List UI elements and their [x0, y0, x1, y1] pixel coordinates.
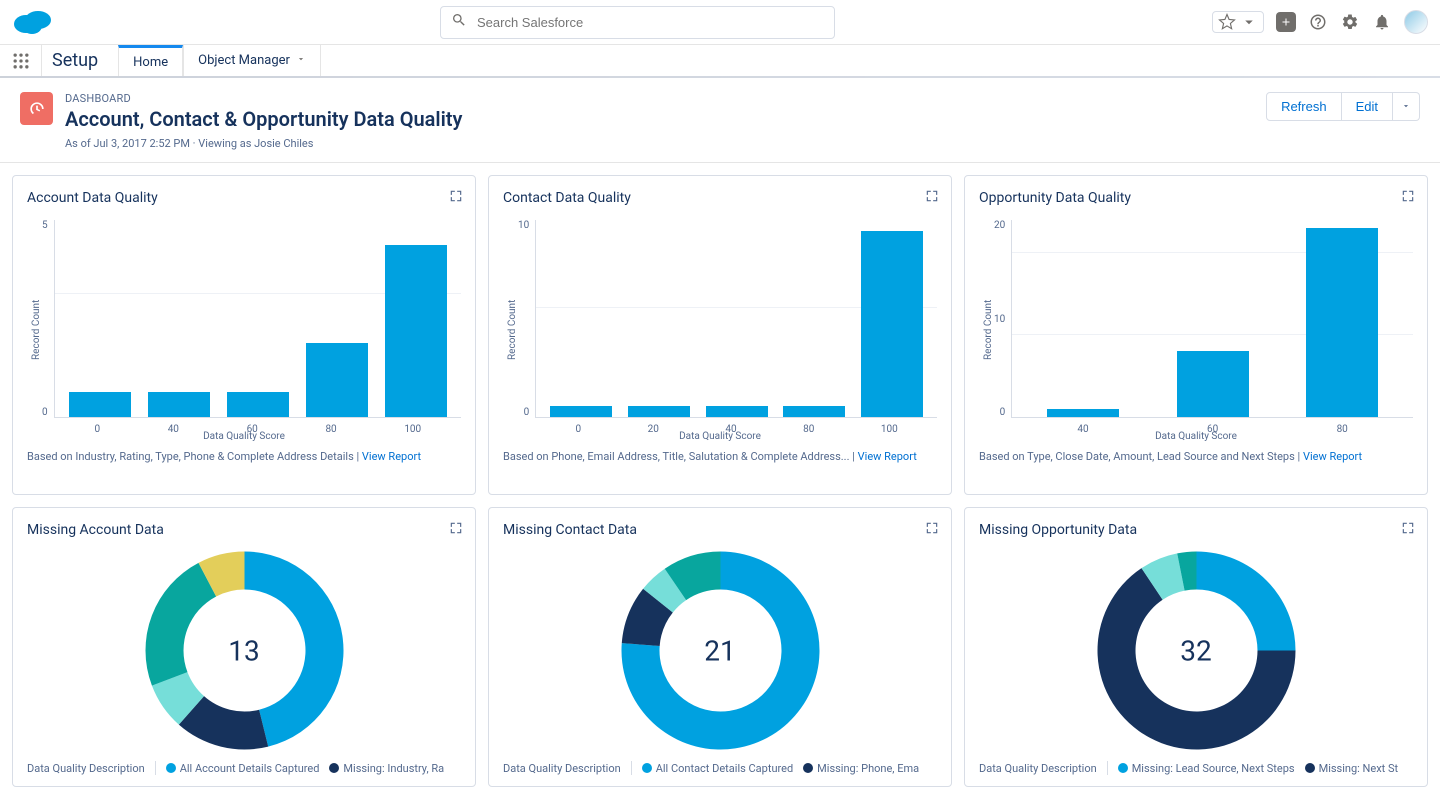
expand-icon[interactable]	[1401, 188, 1415, 202]
app-name: Setup	[42, 45, 118, 76]
dashboard-icon	[20, 92, 53, 125]
edit-button[interactable]: Edit	[1342, 92, 1393, 121]
donut-chart: 21	[503, 548, 937, 753]
tab-home[interactable]: Home	[118, 45, 183, 76]
chevron-down-icon	[1401, 99, 1411, 114]
donut-legend: Data Quality DescriptionAll Contact Deta…	[503, 761, 937, 775]
page-actions: Refresh Edit	[1266, 92, 1420, 121]
expand-icon[interactable]	[449, 188, 463, 202]
bar-chart: Record Count500406080100Data Quality Sco…	[27, 220, 461, 440]
card-opportunity-data-quality: Opportunity Data Quality Record Count201…	[964, 175, 1428, 495]
card-missing-account-data: Missing Account Data 13 Data Quality Des…	[12, 507, 476, 787]
expand-icon[interactable]	[925, 188, 939, 202]
card-account-data-quality: Account Data Quality Record Count5004060…	[12, 175, 476, 495]
donut-chart: 32	[979, 548, 1413, 753]
expand-icon[interactable]	[925, 520, 939, 534]
favorites-menu[interactable]	[1212, 11, 1264, 33]
card-footer: Based on Industry, Rating, Type, Phone &…	[27, 450, 461, 463]
donut-legend: Data Quality DescriptionMissing: Lead So…	[979, 761, 1413, 775]
tab-object-manager[interactable]: Object Manager	[183, 45, 321, 76]
card-missing-opportunity-data: Missing Opportunity Data 32 Data Quality…	[964, 507, 1428, 787]
refresh-button[interactable]: Refresh	[1266, 92, 1342, 121]
global-search[interactable]	[440, 6, 835, 39]
expand-icon[interactable]	[1401, 520, 1415, 534]
card-source: Based on Phone, Email Address, Title, Sa…	[503, 450, 849, 463]
card-title: Missing Opportunity Data	[979, 522, 1413, 538]
card-title: Contact Data Quality	[503, 190, 937, 206]
page-kicker: DASHBOARD	[65, 92, 1254, 105]
gear-icon[interactable]	[1340, 12, 1360, 32]
tab-label: Home	[133, 55, 168, 70]
search-icon	[451, 12, 477, 32]
global-header	[0, 0, 1440, 45]
dashboard-grid: Account Data Quality Record Count5004060…	[0, 163, 1440, 799]
page-header: DASHBOARD Account, Contact & Opportunity…	[0, 78, 1440, 163]
bar-chart: Record Count1000204080100Data Quality Sc…	[503, 220, 937, 440]
page-title: Account, Contact & Opportunity Data Qual…	[65, 107, 1254, 131]
card-footer: Based on Phone, Email Address, Title, Sa…	[503, 450, 937, 463]
card-missing-contact-data: Missing Contact Data 21 Data Quality Des…	[488, 507, 952, 787]
global-create-button[interactable]	[1276, 12, 1296, 32]
expand-icon[interactable]	[449, 520, 463, 534]
card-contact-data-quality: Contact Data Quality Record Count1000204…	[488, 175, 952, 495]
page-subtitle: As of Jul 3, 2017 2:52 PM · Viewing as J…	[65, 137, 1254, 150]
app-launcher-icon[interactable]	[0, 45, 42, 76]
star-icon	[1217, 12, 1237, 32]
context-nav: Setup Home Object Manager	[0, 45, 1440, 78]
view-report-link[interactable]: View Report	[1303, 450, 1362, 463]
donut-chart: 13	[27, 548, 461, 753]
search-input[interactable]	[477, 15, 824, 30]
tab-label: Object Manager	[198, 53, 290, 68]
bell-icon[interactable]	[1372, 12, 1392, 32]
chevron-down-icon	[296, 53, 306, 68]
card-title: Missing Contact Data	[503, 522, 937, 538]
donut-legend: Data Quality DescriptionAll Account Deta…	[27, 761, 461, 775]
chevron-down-icon	[1239, 12, 1259, 32]
user-avatar[interactable]	[1404, 10, 1428, 34]
help-icon[interactable]	[1308, 12, 1328, 32]
card-source: Based on Type, Close Date, Amount, Lead …	[979, 450, 1295, 463]
card-title: Account Data Quality	[27, 190, 461, 206]
bar-chart: Record Count20100406080Data Quality Scor…	[979, 220, 1413, 440]
card-title: Opportunity Data Quality	[979, 190, 1413, 206]
card-footer: Based on Type, Close Date, Amount, Lead …	[979, 450, 1413, 463]
salesforce-logo	[12, 8, 52, 36]
more-actions-button[interactable]	[1393, 92, 1420, 121]
view-report-link[interactable]: View Report	[858, 450, 917, 463]
view-report-link[interactable]: View Report	[362, 450, 421, 463]
card-title: Missing Account Data	[27, 522, 461, 538]
card-source: Based on Industry, Rating, Type, Phone &…	[27, 450, 354, 463]
